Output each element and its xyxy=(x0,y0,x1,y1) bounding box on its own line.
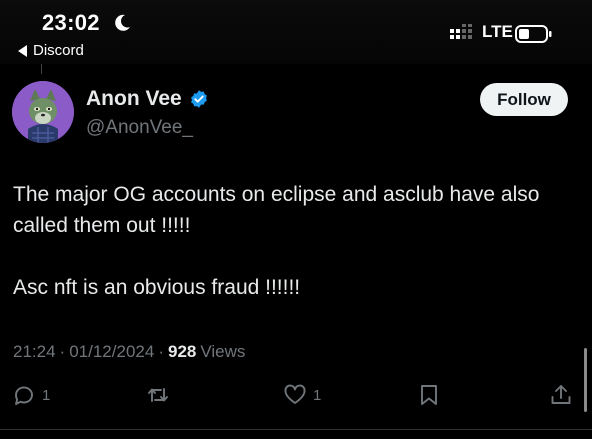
tweet-actions: 1 1 xyxy=(0,383,592,417)
status-time: 23:02 xyxy=(42,10,100,35)
follow-button[interactable]: Follow xyxy=(480,83,568,116)
retweet-icon xyxy=(148,388,168,402)
views-label: Views xyxy=(200,342,246,361)
back-label: Discord xyxy=(33,42,84,59)
reply-button[interactable]: 1 xyxy=(12,383,50,407)
heart-icon xyxy=(284,384,306,404)
meta-separator: · xyxy=(59,342,66,361)
back-arrow-icon xyxy=(18,44,27,57)
tweet-text: The major OG accounts on eclipse and asc… xyxy=(13,179,573,303)
divider xyxy=(0,429,592,430)
signal-icon xyxy=(450,24,472,39)
reply-icon xyxy=(15,386,33,405)
bookmark-button[interactable] xyxy=(417,383,441,407)
tweet-date[interactable]: 01/12/2024 xyxy=(69,342,154,362)
retweet-button[interactable] xyxy=(146,383,176,407)
avatar-image xyxy=(12,81,74,143)
tweet-paragraph: Asc nft is an obvious fraud !!!!!! xyxy=(13,276,301,299)
status-bar: 23:02 Discord LTE xyxy=(0,0,592,64)
back-to-discord-button[interactable]: Discord xyxy=(18,42,84,59)
verified-badge-icon xyxy=(190,90,207,108)
like-button[interactable]: 1 xyxy=(283,383,321,407)
thread-connector xyxy=(41,64,42,74)
author-display-name[interactable]: Anon Vee xyxy=(86,87,182,111)
meta-separator: · xyxy=(158,342,164,361)
bookmark-icon xyxy=(421,385,437,405)
share-button[interactable] xyxy=(549,383,573,407)
reply-count: 1 xyxy=(42,386,51,404)
views-count: 928 xyxy=(167,342,197,361)
like-count: 1 xyxy=(313,386,322,404)
tweet-time[interactable]: 21:24 xyxy=(13,342,56,362)
moon-icon xyxy=(115,14,130,31)
battery-icon xyxy=(515,25,552,43)
tweet-meta: 21:24 · 01/12/2024 · 928 Views xyxy=(13,342,245,362)
network-label: LTE xyxy=(482,22,513,41)
author-handle[interactable]: @AnonVee_ xyxy=(86,117,193,139)
author-name-row[interactable]: Anon Vee xyxy=(86,87,209,111)
share-icon xyxy=(551,385,571,404)
tweet-paragraph: The major OG accounts on eclipse and asc… xyxy=(13,183,540,237)
avatar[interactable] xyxy=(12,81,74,143)
